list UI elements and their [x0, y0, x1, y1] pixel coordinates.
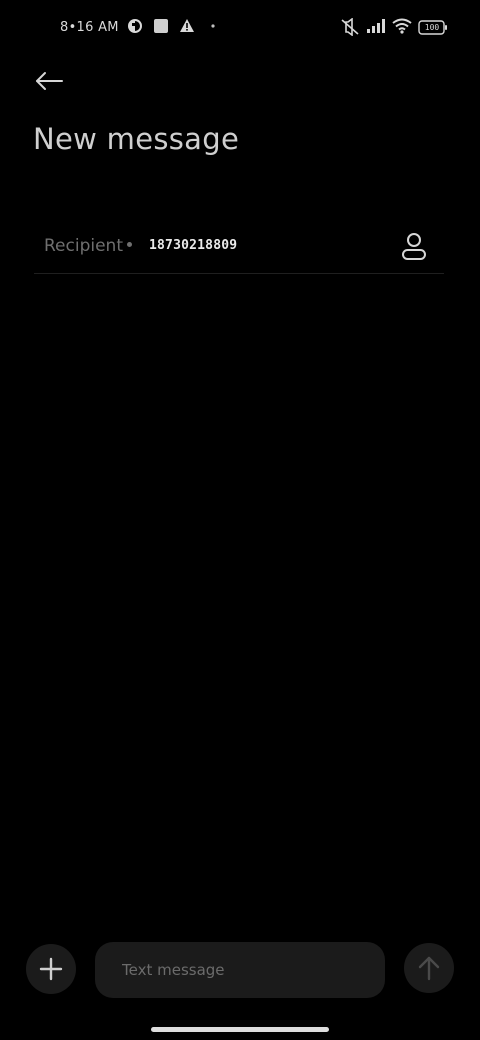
- wifi-icon: [392, 18, 412, 36]
- page-title: New message: [33, 122, 240, 156]
- required-indicator: [127, 241, 132, 247]
- battery-level: 100: [424, 22, 440, 32]
- warning-icon: [179, 18, 197, 36]
- add-attachment-button[interactable]: [26, 944, 76, 994]
- cellular-signal-icon: [366, 18, 385, 36]
- recipient-label: Recipient: [44, 236, 132, 256]
- plus-icon: [39, 957, 63, 981]
- battery-icon: 100: [418, 19, 448, 35]
- recipient-field[interactable]: Recipient 18730218809: [34, 226, 444, 274]
- app-notification-icon: [127, 18, 145, 36]
- person-icon: [402, 233, 426, 260]
- arrow-left-icon: [36, 72, 63, 90]
- status-right: 100: [340, 17, 448, 37]
- message-input[interactable]: [95, 942, 385, 998]
- send-button[interactable]: [404, 943, 454, 993]
- square-notification-icon: [153, 18, 171, 36]
- dot-icon: [205, 18, 223, 36]
- home-indicator[interactable]: [151, 1027, 329, 1032]
- arrow-up-icon: [418, 956, 440, 981]
- select-contact-button[interactable]: [398, 230, 430, 264]
- status-bar: 8•16 AM 100: [0, 14, 480, 42]
- recipient-number[interactable]: 18730218809: [149, 238, 237, 253]
- mute-icon: [340, 17, 359, 37]
- status-time: 8•16 AM: [60, 19, 119, 35]
- new-message-screen: 8•16 AM 100 New message Recipient 187302…: [0, 0, 480, 1040]
- recipient-label-text: Recipient: [44, 236, 123, 256]
- back-button[interactable]: [32, 64, 66, 98]
- status-left: 8•16 AM: [60, 18, 223, 36]
